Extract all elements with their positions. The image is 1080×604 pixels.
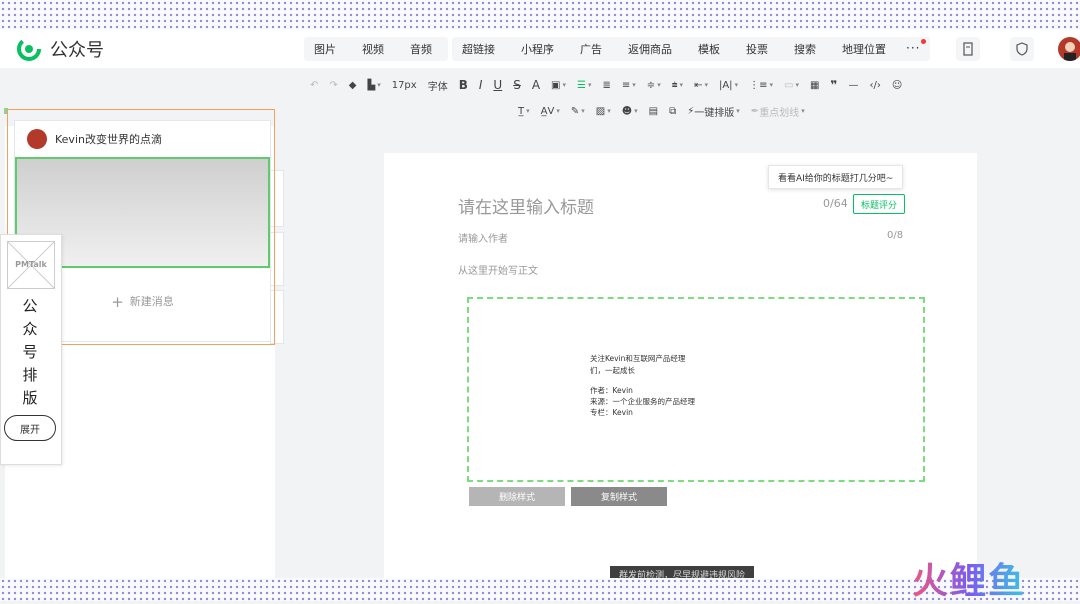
title-score-button[interactable]: 标题评分 xyxy=(853,194,905,214)
watermark-logo: 火鲤鱼 xyxy=(912,552,1026,604)
nav-image[interactable]: 图片 xyxy=(314,41,336,57)
template-line1: 关注Kevin和互联网产品经理 xyxy=(590,354,686,363)
dotted-border-top xyxy=(0,0,1080,30)
nav-template[interactable]: 模板 xyxy=(698,41,720,57)
nav-commission[interactable]: 返佣商品 xyxy=(628,41,672,57)
highlight-color-icon[interactable]: ▣ ▾ xyxy=(551,80,566,91)
align-left-icon[interactable]: ☰ ▾ xyxy=(577,80,591,91)
align-icon[interactable]: ≡ ▾ xyxy=(622,80,636,91)
divider-icon[interactable]: — xyxy=(848,80,858,91)
insert-menu: 图片 视频 音频 超链接 小程序 广告 返佣商品 模板 投票 搜索 地理位置 ·… xyxy=(304,30,931,68)
draft-icon[interactable] xyxy=(956,37,980,61)
app-name: 公众号 xyxy=(50,40,104,61)
shield-icon[interactable] xyxy=(1010,37,1034,61)
line-height-icon[interactable]: ≑ ▾ xyxy=(647,80,661,91)
html-icon[interactable]: ▤ xyxy=(649,106,658,117)
quote-icon[interactable]: ❞ xyxy=(830,78,837,92)
pmtalk-widget: PMTalk 公 众 号 排 版 展开 xyxy=(0,234,62,465)
vt-char: 众 xyxy=(22,320,38,338)
vertical-title: 公 众 号 排 版 xyxy=(1,295,59,410)
emoji-icon[interactable]: ☺ xyxy=(892,80,902,91)
table-icon[interactable]: ▦ xyxy=(810,80,819,91)
bold-button[interactable]: B xyxy=(459,78,468,92)
copy-style-button[interactable]: 复制样式 xyxy=(571,487,667,506)
vt-char: 号 xyxy=(22,343,38,361)
key-underline-label: 重点划线 xyxy=(759,107,800,119)
redo-icon[interactable]: ↷ xyxy=(329,80,337,91)
one-click-layout-button[interactable]: ⚡ 一键排版 ▾ xyxy=(687,104,740,119)
pmtalk-image-alt: PMTalk xyxy=(15,260,47,269)
font-color-button[interactable]: A xyxy=(532,78,540,92)
insert-group: 超链接 小程序 广告 返佣商品 模板 投票 搜索 地理位置 ··· xyxy=(452,37,931,61)
nav-audio[interactable]: 音频 xyxy=(410,41,432,57)
magic-wand-icon[interactable]: ✎ ▾ xyxy=(571,106,585,117)
pmtalk-image: PMTalk xyxy=(7,241,55,289)
sticker-icon[interactable]: ☻ ▾ xyxy=(622,106,638,117)
nav-search[interactable]: 搜索 xyxy=(794,41,816,57)
vt-char: 版 xyxy=(22,389,38,407)
title-char-count: 0/64 xyxy=(823,197,848,210)
font-size-select[interactable]: 17px xyxy=(392,80,417,91)
ai-title-tooltip: 看看AI给你的标题打几分吧~ xyxy=(768,165,904,189)
more-menu-button[interactable]: ··· xyxy=(906,39,927,57)
top-navigation-bar: 公众号 图片 视频 音频 超链接 小程序 广告 返佣商品 模板 投票 搜索 地理… xyxy=(0,30,1080,68)
code-icon[interactable]: ‹/› xyxy=(869,80,880,91)
logo[interactable]: 公众号 xyxy=(16,36,104,62)
image-icon[interactable]: ▨ ▾ xyxy=(596,106,611,117)
vt-char: 公 xyxy=(22,297,38,315)
template-author: 作者：Kevin xyxy=(590,386,633,395)
nav-hyperlink[interactable]: 超链接 xyxy=(462,41,495,57)
format-painter-icon[interactable]: ◆ xyxy=(349,80,357,91)
indent-icon[interactable]: ≣ xyxy=(603,80,611,91)
body-input[interactable]: 从这里开始写正文 xyxy=(458,262,538,277)
wechat-mp-logo-icon xyxy=(17,37,41,61)
template-block[interactable] xyxy=(467,297,925,482)
template-line2: 们，一起成长 xyxy=(590,366,635,375)
key-underline-button[interactable]: ✒ 重点划线 ▾ xyxy=(751,104,805,119)
strikethrough-button[interactable]: S xyxy=(513,78,521,92)
text-style-icon[interactable]: T̲ ▾ xyxy=(518,106,530,117)
vt-char: 排 xyxy=(22,366,38,384)
formatting-toolbar: ↶ ↷ ◆ ▙ ▾ 17px 字体 B I U S A ▣ ▾ ☰ ▾ ≣ ≡ ▾ ≑ ▾… xyxy=(310,72,1070,126)
more-label: ··· xyxy=(906,41,921,55)
template-column: 专栏：Kevin xyxy=(590,408,633,417)
user-avatar[interactable] xyxy=(1058,37,1080,61)
nav-location[interactable]: 地理位置 xyxy=(842,41,886,57)
indent-level-icon[interactable]: ⇤ ▾ xyxy=(694,80,708,91)
undo-icon[interactable]: ↶ xyxy=(310,80,318,91)
block-icon[interactable]: ▭ ▾ xyxy=(784,80,799,91)
author-char-count: 0/8 xyxy=(887,230,904,241)
nav-ad[interactable]: 广告 xyxy=(580,41,602,57)
underline-button[interactable]: U xyxy=(493,78,502,92)
delete-style-button[interactable]: 删除样式 xyxy=(469,487,565,506)
paragraph-spacing-icon[interactable]: ⩧ ▾ xyxy=(672,80,683,91)
letter-spacing-icon[interactable]: |A| ▾ xyxy=(719,80,738,91)
expand-button[interactable]: 展开 xyxy=(4,415,56,441)
title-input[interactable]: 请在这里输入标题 xyxy=(458,193,594,218)
nav-video[interactable]: 视频 xyxy=(362,41,384,57)
italic-button[interactable]: I xyxy=(479,78,483,92)
template-source: 来源：一个企业服务的产品经理 xyxy=(590,397,695,406)
toolbox-icon[interactable]: ⧉ xyxy=(669,106,676,117)
char-spacing-icon[interactable]: A̲V ▾ xyxy=(541,106,560,117)
list-icon[interactable]: ⋮≡ ▾ xyxy=(749,80,773,91)
nav-miniprogram[interactable]: 小程序 xyxy=(521,41,554,57)
one-click-layout-label: 一键排版 xyxy=(694,107,735,119)
nav-vote[interactable]: 投票 xyxy=(746,41,768,57)
media-group: 图片 视频 音频 xyxy=(304,37,448,61)
author-input[interactable]: 请输入作者 xyxy=(458,230,508,245)
font-family-select[interactable]: 字体 xyxy=(428,78,448,93)
clear-format-icon[interactable]: ▙ ▾ xyxy=(367,80,380,91)
notification-dot xyxy=(921,39,927,44)
